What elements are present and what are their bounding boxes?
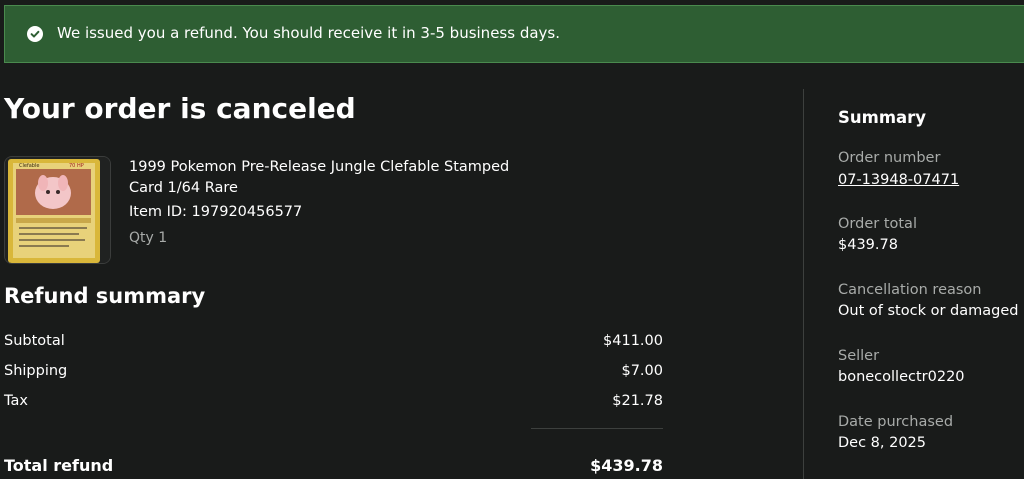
page-title: Your order is canceled <box>4 92 356 125</box>
summary-divider <box>531 428 663 429</box>
order-number-label: Order number <box>838 150 941 166</box>
tax-value: $21.78 <box>612 393 663 409</box>
shipping-label: Shipping <box>4 363 68 379</box>
order-number-link[interactable]: 07-13948-07471 <box>838 172 959 188</box>
sidebar-divider <box>803 89 804 479</box>
check-circle-icon <box>27 26 43 42</box>
card-name-text: Clefable <box>19 163 39 169</box>
date-purchased-value: Dec 8, 2025 <box>838 435 927 451</box>
cancellation-reason-value: Out of stock or damaged <box>838 303 1019 319</box>
total-refund-value: $439.78 <box>590 456 663 475</box>
item-title-link[interactable]: 1999 Pokemon Pre-Release Jungle Clefable… <box>129 157 529 199</box>
item-quantity: Qty 1 <box>129 230 168 246</box>
cancellation-reason-label: Cancellation reason <box>838 282 982 298</box>
subtotal-value: $411.00 <box>603 333 663 349</box>
summary-title: Summary <box>838 108 927 127</box>
banner-message: We issued you a refund. You should recei… <box>57 24 560 42</box>
seller-label: Seller <box>838 348 880 364</box>
card-hp-text: 70 HP <box>69 163 84 169</box>
item-thumbnail[interactable]: Clefable 70 HP <box>4 156 111 264</box>
subtotal-label: Subtotal <box>4 333 65 349</box>
refund-notification-banner: We issued you a refund. You should recei… <box>4 5 1024 63</box>
refund-summary-title: Refund summary <box>4 284 206 308</box>
item-id: Item ID: 197920456577 <box>129 204 303 220</box>
shipping-value: $7.00 <box>621 363 663 379</box>
seller-value: bonecollectr0220 <box>838 369 965 385</box>
order-total-value: $439.78 <box>838 237 898 253</box>
order-total-label: Order total <box>838 216 917 232</box>
total-refund-label: Total refund <box>4 456 114 475</box>
pokemon-card-image: Clefable 70 HP <box>5 157 110 263</box>
tax-label: Tax <box>4 393 28 409</box>
date-purchased-label: Date purchased <box>838 414 954 430</box>
